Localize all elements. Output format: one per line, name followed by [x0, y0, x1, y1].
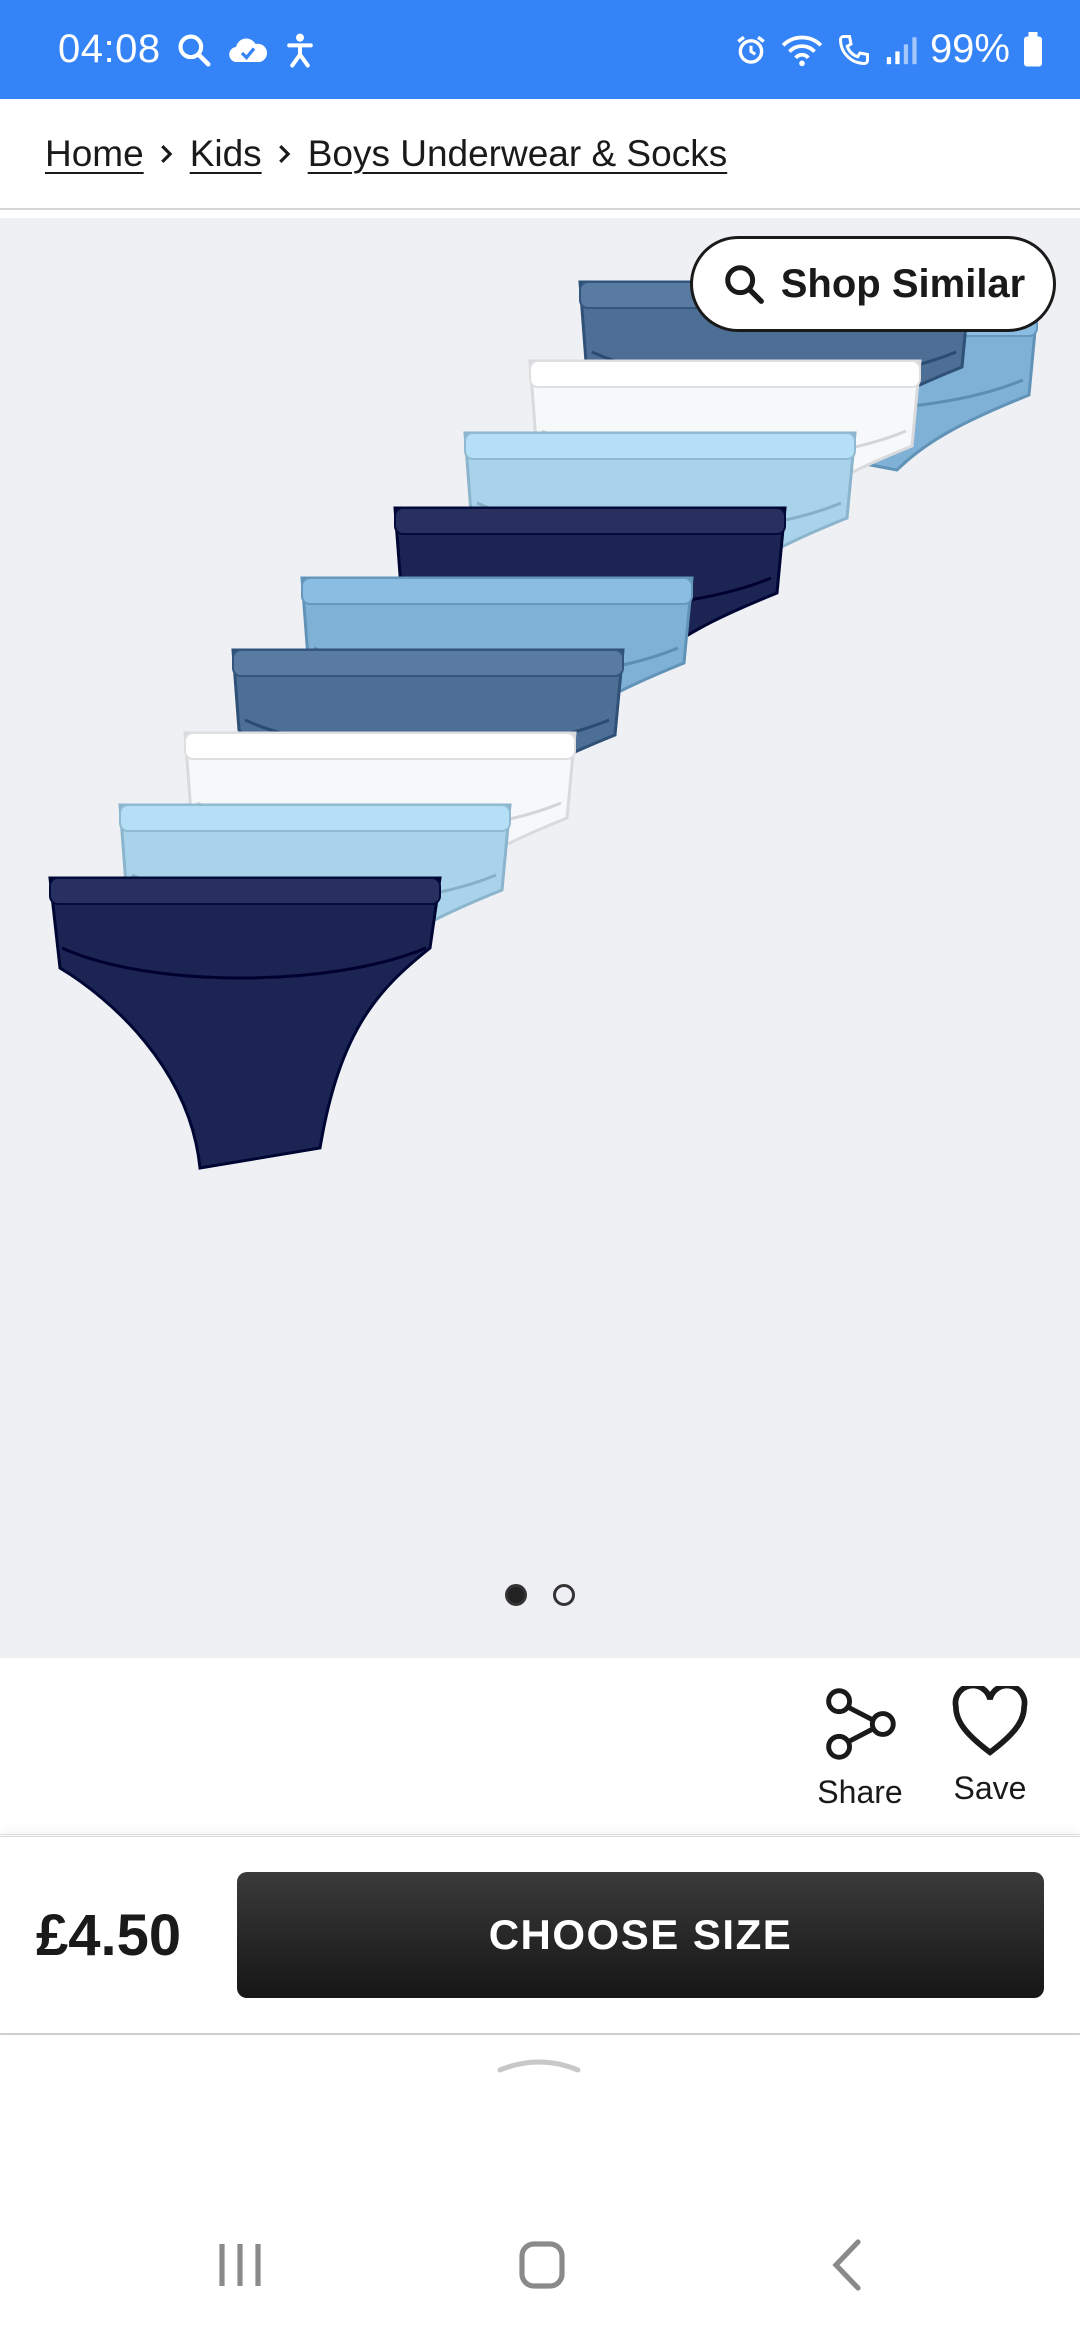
- system-nav-bar: [0, 2200, 1080, 2340]
- breadcrumb-kids[interactable]: Kids: [190, 133, 262, 175]
- product-gallery[interactable]: Shop Similar: [0, 218, 1080, 1658]
- share-icon: [826, 1688, 896, 1760]
- home-icon[interactable]: [516, 2236, 568, 2294]
- shop-similar-button[interactable]: Shop Similar: [690, 236, 1056, 332]
- gallery-dot-2[interactable]: [553, 1584, 575, 1606]
- accessibility-icon: [286, 33, 313, 67]
- search-icon: [724, 265, 764, 304]
- cloud-check-icon: [228, 38, 267, 62]
- gallery-dot-1[interactable]: [505, 1584, 527, 1606]
- breadcrumb: Home Kids Boys Underwear & Socks: [0, 99, 1080, 210]
- share-label: Share: [817, 1774, 903, 1810]
- status-bar: 04:08 99%: [0, 0, 1080, 99]
- status-left: 04:08: [58, 0, 317, 99]
- purchase-bar: £4.50 CHOOSE SIZE: [0, 1836, 1080, 2035]
- recent-apps-icon[interactable]: [214, 2236, 266, 2294]
- product-price: £4.50: [36, 1902, 182, 1968]
- back-icon[interactable]: [820, 2236, 872, 2294]
- product-actions: Share Save: [0, 1658, 1080, 1835]
- save-label: Save: [953, 1770, 1027, 1806]
- heart-icon: [952, 1686, 1028, 1756]
- breadcrumb-home[interactable]: Home: [45, 133, 144, 175]
- status-right: 99%: [734, 0, 1044, 99]
- gallery-pagination: [0, 1584, 1080, 1606]
- status-time: 04:08: [58, 27, 161, 71]
- shop-similar-label: Shop Similar: [780, 261, 1026, 306]
- breadcrumb-boys-underwear[interactable]: Boys Underwear & Socks: [308, 133, 728, 175]
- wifi-calling-icon: [838, 34, 869, 65]
- chevron-up-icon[interactable]: [496, 2050, 582, 2076]
- choose-size-button[interactable]: CHOOSE SIZE: [237, 1872, 1044, 1998]
- brief-item: [48, 876, 442, 1170]
- wifi-icon: [781, 35, 823, 66]
- chevron-right-icon: [160, 144, 173, 163]
- search-icon: [178, 33, 211, 66]
- product-image: [48, 280, 1039, 1170]
- save-button[interactable]: Save: [942, 1686, 1038, 1807]
- battery-percent: 99%: [929, 27, 1010, 71]
- battery-icon: [1024, 31, 1042, 66]
- alarm-icon: [737, 35, 765, 64]
- signal-icon: [886, 36, 917, 64]
- chevron-right-icon: [278, 144, 291, 163]
- share-button[interactable]: Share: [810, 1686, 910, 1811]
